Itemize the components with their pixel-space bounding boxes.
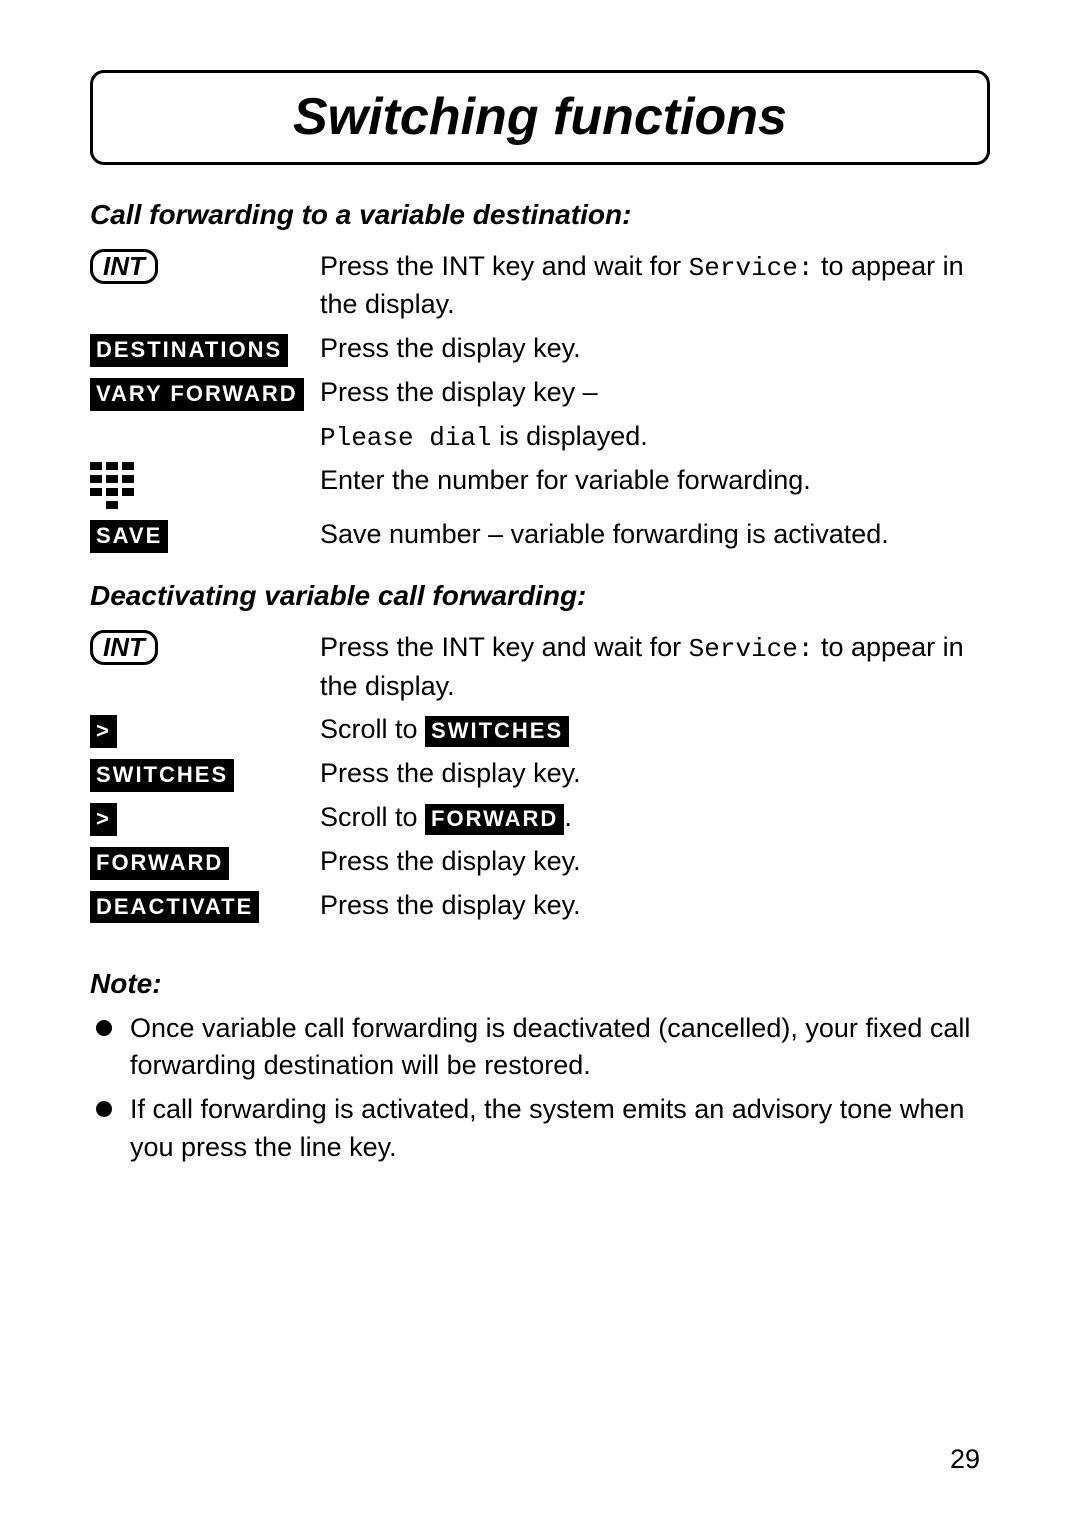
step-text: Press the display key. xyxy=(320,843,990,881)
section-heading: Deactivating variable call forwarding: xyxy=(90,576,990,615)
step-text: Scroll to FORWARD. xyxy=(320,799,990,837)
page-title: Switching functions xyxy=(293,88,787,146)
display-key: FORWARD xyxy=(90,847,229,880)
step-text: Save number – variable forwarding is act… xyxy=(320,516,990,554)
sections: Call forwarding to a variable destinatio… xyxy=(90,195,990,925)
section-heading: Call forwarding to a variable destinatio… xyxy=(90,195,990,234)
step-key: > xyxy=(90,711,320,749)
display-key: SAVE xyxy=(90,520,168,553)
step-key: DESTINATIONS xyxy=(90,330,320,368)
step-row: INT Press the INT key and wait for Servic… xyxy=(90,629,990,705)
note-item: If call forwarding is activated, the sys… xyxy=(90,1091,990,1167)
keypad-icon xyxy=(90,462,320,510)
step-text: Enter the number for variable forwarding… xyxy=(320,462,990,500)
step-text: Press the display key. xyxy=(320,755,990,793)
int-key: INT xyxy=(90,630,158,665)
step-row: SAVE Save number – variable forwarding is… xyxy=(90,516,990,554)
display-key: VARY FORWARD xyxy=(90,378,304,411)
text: Press the display key. xyxy=(320,758,581,788)
step-row: Please dial is displayed. xyxy=(90,418,990,456)
step-key: > xyxy=(90,799,320,837)
title-frame: Switching functions xyxy=(90,70,990,165)
text: Press the display key. xyxy=(320,890,581,920)
text: Press the display key – xyxy=(320,377,598,407)
text: Press the INT key and wait for xyxy=(320,632,689,662)
text: . xyxy=(564,802,572,832)
display-key: > xyxy=(90,803,117,836)
step-row: VARY FORWARD Press the display key – xyxy=(90,374,990,412)
step-row: SWITCHES Press the display key. xyxy=(90,755,990,793)
text: Press the INT key and wait for xyxy=(320,251,689,281)
step-row: > Scroll to FORWARD. xyxy=(90,799,990,837)
page-number: 29 xyxy=(950,1441,980,1479)
step-text: Scroll to SWITCHES xyxy=(320,711,990,749)
step-text: Please dial is displayed. xyxy=(320,418,990,456)
step-text: Press the INT key and wait for Service: … xyxy=(320,629,990,705)
text: is displayed. xyxy=(492,421,648,451)
step-key: DEACTIVATE xyxy=(90,887,320,925)
step-key xyxy=(90,462,320,510)
step-key: SWITCHES xyxy=(90,755,320,793)
step-row: > Scroll to SWITCHES xyxy=(90,711,990,749)
display-key: DESTINATIONS xyxy=(90,334,288,367)
step-row: Enter the number for variable forwarding… xyxy=(90,462,990,510)
inline-display-key: FORWARD xyxy=(425,804,564,835)
step-key: FORWARD xyxy=(90,843,320,881)
text: Save number – variable forwarding is act… xyxy=(320,519,889,549)
note-list: Once variable call forwarding is deactiv… xyxy=(90,1010,990,1167)
step-row: DESTINATIONS Press the display key. xyxy=(90,330,990,368)
display-text: Please dial xyxy=(320,423,492,453)
text: Enter the number for variable forwarding… xyxy=(320,465,811,495)
step-text: Press the display key – xyxy=(320,374,990,412)
step-key: SAVE xyxy=(90,516,320,554)
step-key: INT xyxy=(90,629,320,667)
step-key: VARY FORWARD xyxy=(90,374,320,412)
step-text: Press the INT key and wait for Service: … xyxy=(320,248,990,324)
note-item: Once variable call forwarding is deactiv… xyxy=(90,1010,990,1086)
step-row: FORWARD Press the display key. xyxy=(90,843,990,881)
display-key: > xyxy=(90,715,117,748)
step-key: INT xyxy=(90,248,320,286)
int-key: INT xyxy=(90,249,158,284)
display-key: SWITCHES xyxy=(90,759,234,792)
display-text: Service: xyxy=(689,253,814,283)
step-text: Press the display key. xyxy=(320,330,990,368)
text: Scroll to xyxy=(320,714,425,744)
display-key: DEACTIVATE xyxy=(90,891,259,924)
note-heading: Note: xyxy=(90,964,990,1003)
display-text: Service: xyxy=(689,634,814,664)
manual-page: Switching functions Call forwarding to a… xyxy=(0,0,1080,1529)
step-row: INT Press the INT key and wait for Servic… xyxy=(90,248,990,324)
text: Press the display key. xyxy=(320,846,581,876)
step-text: Press the display key. xyxy=(320,887,990,925)
text: Press the display key. xyxy=(320,333,581,363)
step-row: DEACTIVATE Press the display key. xyxy=(90,887,990,925)
inline-display-key: SWITCHES xyxy=(425,716,569,747)
text: Scroll to xyxy=(320,802,425,832)
